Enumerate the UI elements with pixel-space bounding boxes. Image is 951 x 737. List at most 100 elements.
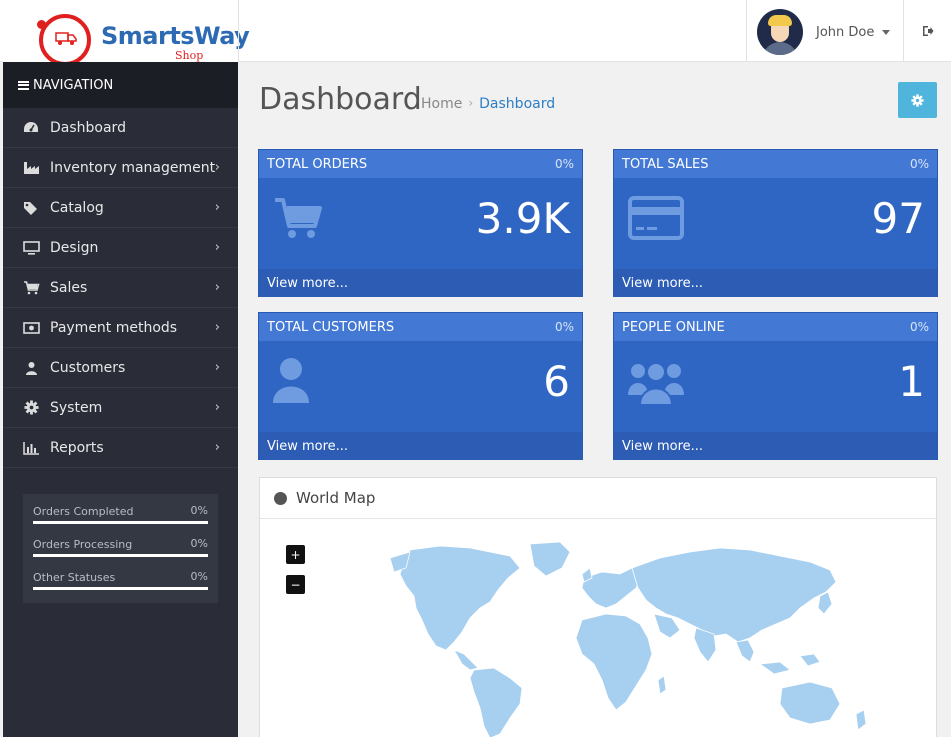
gear-icon <box>22 400 40 415</box>
sidebar-item-label: Payment methods <box>50 319 178 336</box>
top-header: SmartsWay Shop John Doe <box>0 0 951 66</box>
bar-chart-icon <box>22 441 40 455</box>
gear-icon <box>911 93 924 107</box>
logout-icon[interactable] <box>922 25 934 40</box>
avatar <box>757 9 803 55</box>
page-title: Dashboard <box>259 82 422 117</box>
status-label: Other Statuses <box>33 571 116 584</box>
tile-value: 3.9K <box>475 194 570 243</box>
world-map-title: World Map <box>296 489 376 507</box>
sidebar-item-customers[interactable]: Customers › <box>3 348 238 388</box>
sidebar: NAVIGATION Dashboard Inventory managemen… <box>3 62 238 737</box>
sidebar-item-label: Catalog <box>50 199 104 216</box>
tile-title: TOTAL CUSTOMERS <box>267 319 395 335</box>
factory-icon <box>22 161 40 175</box>
sidebar-item-label: Reports <box>50 439 104 456</box>
user-name: John Doe <box>816 24 875 40</box>
sidebar-item-inventory-management[interactable]: Inventory management › <box>3 148 238 188</box>
sidebar-item-label: Dashboard <box>50 119 126 136</box>
nav-title-label: NAVIGATION <box>33 77 114 93</box>
cart-icon <box>275 198 322 238</box>
tile-value: 6 <box>543 357 570 406</box>
status-percent: 0% <box>190 537 208 550</box>
sidebar-item-label: Customers <box>50 359 126 376</box>
tile-body: 1 <box>614 341 937 432</box>
status-label: Orders Completed <box>33 505 134 518</box>
tile-body: 97 <box>614 178 937 269</box>
sidebar-item-system[interactable]: System › <box>3 388 238 428</box>
tile-total-sales: TOTAL SALES 0% 97 View more... <box>613 149 938 297</box>
credit-card-icon <box>628 196 684 240</box>
users-icon <box>628 362 684 405</box>
status-progress-bar <box>33 521 208 524</box>
status-percent: 0% <box>190 504 208 517</box>
sidebar-item-dashboard[interactable]: Dashboard <box>3 108 238 148</box>
tile-title: TOTAL SALES <box>622 156 709 172</box>
settings-button[interactable] <box>898 82 937 118</box>
sidebar-item-payment-methods[interactable]: Payment methods › <box>3 308 238 348</box>
dashboard-icon <box>22 121 40 135</box>
zoom-out-button[interactable]: − <box>286 575 305 594</box>
status-progress-bar <box>33 587 208 590</box>
sidebar-item-sales[interactable]: Sales › <box>3 268 238 308</box>
user-icon <box>22 361 40 375</box>
status-other-statuses: Other Statuses 0% <box>33 570 208 603</box>
header-divider <box>903 0 904 62</box>
tile-total-customers: TOTAL CUSTOMERS 0% 6 View more... <box>258 312 583 460</box>
sidebar-item-reports[interactable]: Reports › <box>3 428 238 468</box>
tile-value: 1 <box>898 357 925 406</box>
chevron-right-icon: › <box>214 200 220 215</box>
chevron-right-icon: › <box>214 320 220 335</box>
caret-down-icon <box>882 29 891 35</box>
chevron-right-icon: › <box>214 360 220 375</box>
tile-body: 6 <box>259 341 582 432</box>
tile-total-orders: TOTAL ORDERS 0% 3.9K View more... <box>258 149 583 297</box>
tile-header: PEOPLE ONLINE 0% <box>614 313 937 341</box>
breadcrumb: Home › Dashboard <box>421 96 555 112</box>
status-progress-bar <box>33 554 208 557</box>
header-divider <box>238 0 239 62</box>
globe-icon <box>274 491 287 505</box>
order-status-panel: Orders Completed 0% Orders Processing 0%… <box>23 494 218 603</box>
breadcrumb-separator: › <box>468 96 474 110</box>
zoom-in-button[interactable]: + <box>286 545 305 564</box>
tile-body: 3.9K <box>259 178 582 269</box>
nav-title: NAVIGATION <box>3 62 238 108</box>
sidebar-item-design[interactable]: Design › <box>3 228 238 268</box>
sidebar-item-label: Design <box>50 239 99 256</box>
header-divider <box>746 0 747 62</box>
sidebar-item-catalog[interactable]: Catalog › <box>3 188 238 228</box>
breadcrumb-home[interactable]: Home <box>421 96 462 112</box>
chevron-right-icon: › <box>214 280 220 295</box>
status-percent: 0% <box>190 570 208 583</box>
user-icon <box>273 358 309 403</box>
tile-value: 97 <box>871 194 925 243</box>
tile-percent: 0% <box>909 157 929 171</box>
status-orders-processing: Orders Processing 0% <box>33 537 208 570</box>
tile-header: TOTAL ORDERS 0% <box>259 150 582 178</box>
logo[interactable]: SmartsWay Shop <box>3 0 250 66</box>
tile-people-online: PEOPLE ONLINE 0% 1 View more... <box>613 312 938 460</box>
logo-name: SmartsWay <box>101 22 250 50</box>
tags-icon <box>22 201 40 215</box>
logo-sub: Shop <box>175 49 204 62</box>
tile-title: PEOPLE ONLINE <box>622 319 725 335</box>
logo-truck-icon <box>37 14 91 66</box>
breadcrumb-current[interactable]: Dashboard <box>479 96 555 112</box>
view-more-link[interactable]: View more... <box>614 432 937 460</box>
tile-title: TOTAL ORDERS <box>267 156 368 172</box>
tile-header: TOTAL CUSTOMERS 0% <box>259 313 582 341</box>
view-more-link[interactable]: View more... <box>614 269 937 297</box>
view-more-link[interactable]: View more... <box>259 432 582 460</box>
status-orders-completed: Orders Completed 0% <box>33 504 208 537</box>
world-map[interactable] <box>370 538 890 737</box>
view-more-link[interactable]: View more... <box>259 269 582 297</box>
money-icon <box>22 321 40 335</box>
cart-icon <box>22 280 40 295</box>
tile-percent: 0% <box>554 157 574 171</box>
chevron-right-icon: › <box>214 400 220 415</box>
world-map-panel: World Map + − <box>259 477 937 737</box>
user-menu[interactable]: John Doe <box>757 9 891 55</box>
menu-icon <box>18 80 29 90</box>
sidebar-item-label: Sales <box>50 279 88 296</box>
